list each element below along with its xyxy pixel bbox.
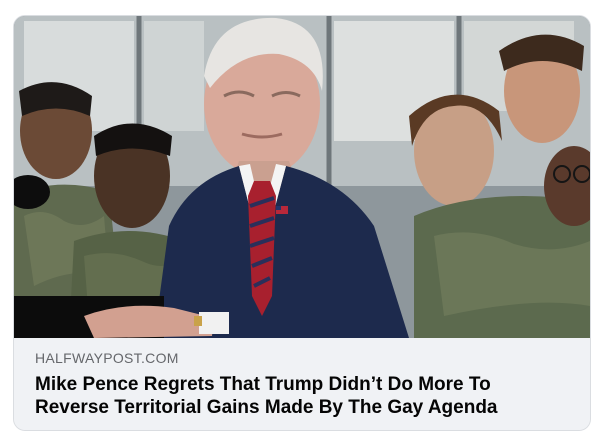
article-headline[interactable]: Mike Pence Regrets That Trump Didn’t Do … [35, 373, 569, 419]
link-preview-card[interactable]: HALFWAYPOST.COM Mike Pence Regrets That … [13, 15, 591, 431]
source-domain: HALFWAYPOST.COM [35, 350, 179, 366]
link-preview-caption[interactable]: HALFWAYPOST.COM Mike Pence Regrets That … [14, 338, 590, 430]
article-thumbnail-image[interactable] [14, 16, 590, 338]
headline-line-1: Mike Pence Regrets That Trump Didn’t Do … [35, 374, 491, 395]
headline-line-2: Reverse Territorial Gains Made By The Ga… [35, 397, 498, 418]
